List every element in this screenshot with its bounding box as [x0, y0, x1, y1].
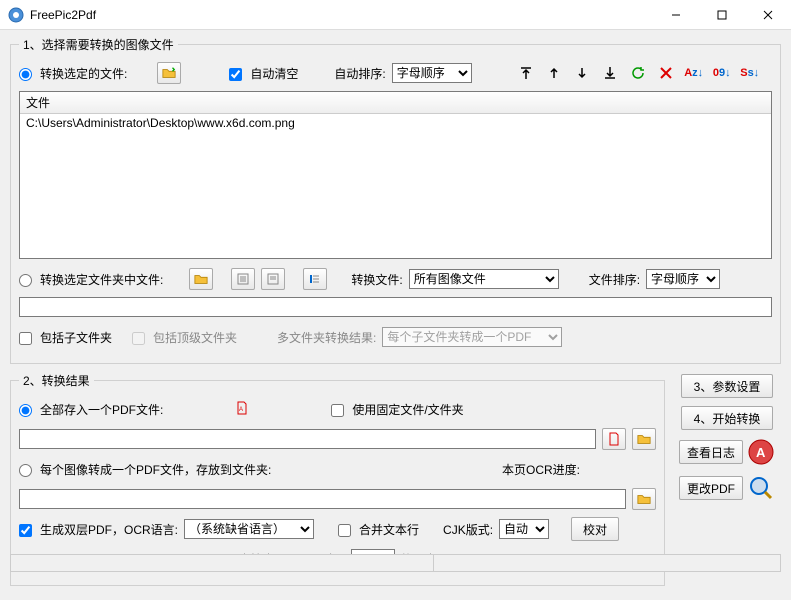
output-pdf-path[interactable] [19, 429, 596, 449]
radio-all-one-pdf[interactable] [19, 404, 32, 417]
app-icon [8, 7, 24, 23]
minimize-button[interactable] [653, 0, 699, 30]
label-convert-folder: 转换选定文件夹中文件: [40, 271, 163, 288]
label-include-sub: 包括子文件夹 [40, 329, 112, 346]
open-file-button[interactable] [157, 62, 181, 84]
list-button-2[interactable] [261, 268, 285, 290]
window-title: FreePic2Pdf [30, 8, 653, 22]
radio-convert-selected[interactable] [19, 68, 32, 81]
indent-button[interactable] [303, 268, 327, 290]
move-top-icon[interactable] [514, 62, 538, 84]
file-list[interactable]: 文件 C:\Users\Administrator\Desktop\www.x6… [19, 91, 772, 259]
select-convert-files[interactable]: 所有图像文件 [409, 269, 559, 289]
sort-09-icon[interactable]: 09↓ [710, 62, 734, 84]
label-ocr-progress: 本页OCR进度: [502, 461, 580, 478]
checkbox-merge-text[interactable] [338, 524, 351, 537]
file-list-row[interactable]: C:\Users\Administrator\Desktop\www.x6d.c… [26, 116, 765, 130]
move-down-icon[interactable] [570, 62, 594, 84]
view-log-button[interactable]: 查看日志 [679, 440, 743, 464]
svg-text:A: A [239, 407, 243, 413]
label-multi-result: 多文件夹转换结果: [277, 329, 376, 346]
move-up-icon[interactable] [542, 62, 566, 84]
label-file-sort: 文件排序: [589, 271, 640, 288]
move-bottom-icon[interactable] [598, 62, 622, 84]
group2-legend: 2、转换结果 [19, 372, 94, 389]
side-column: 3、参数设置 4、开始转换 查看日志 A 更改PDF [673, 372, 781, 502]
pdf-type-button[interactable] [602, 428, 626, 450]
maximize-button[interactable] [699, 0, 745, 30]
select-file-sort[interactable]: 字母顺序 [646, 269, 720, 289]
checkbox-include-sub[interactable] [19, 332, 32, 345]
browse-folder-output-button[interactable] [632, 488, 656, 510]
label-include-top: 包括顶级文件夹 [153, 329, 237, 346]
label-auto-clear: 自动清空 [250, 65, 298, 82]
delete-icon[interactable] [654, 62, 678, 84]
label-convert-selected: 转换选定的文件: [40, 65, 127, 82]
select-cjk[interactable]: 自动 [499, 519, 549, 539]
svg-text:A: A [756, 445, 766, 460]
sort-az-icon[interactable]: Az↓ [682, 62, 706, 84]
start-button[interactable]: 4、开始转换 [681, 406, 773, 430]
radio-each-pdf[interactable] [19, 464, 32, 477]
pdf-icon: A [235, 401, 249, 418]
select-multi-result: 每个子文件夹转成一个PDF [382, 327, 562, 347]
magnify-icon[interactable] [747, 474, 775, 502]
label-all-one: 全部存入一个PDF文件: [40, 401, 163, 418]
label-convert-files: 转换文件: [351, 271, 402, 288]
select-auto-sort[interactable]: 字母顺序 [392, 63, 472, 83]
browse-folder-button[interactable] [189, 268, 213, 290]
list-button-1[interactable] [231, 268, 255, 290]
params-button[interactable]: 3、参数设置 [681, 374, 773, 398]
checkbox-auto-clear[interactable] [229, 68, 242, 81]
sort-ss-icon[interactable]: Ss↓ [738, 62, 762, 84]
label-merge-text: 合并文本行 [359, 521, 419, 538]
select-ocr-lang[interactable]: （系统缺省语言） [184, 519, 314, 539]
titlebar: FreePic2Pdf [0, 0, 791, 30]
proof-button[interactable]: 校对 [571, 517, 619, 541]
folder-path-input[interactable] [19, 297, 772, 317]
browse-output-button[interactable] [632, 428, 656, 450]
label-fixed-path: 使用固定文件/文件夹 [352, 401, 463, 418]
output-folder-path[interactable] [19, 489, 626, 509]
label-each: 每个图像转成一个PDF文件，存放到文件夹: [40, 461, 271, 478]
file-list-header: 文件 [20, 92, 771, 114]
change-pdf-button[interactable]: 更改PDF [679, 476, 743, 500]
label-double-layer: 生成双层PDF，OCR语言: [40, 521, 178, 538]
group-select-images: 1、选择需要转换的图像文件 转换选定的文件: 自动清空 自动排序: 字母顺序 [10, 36, 781, 364]
pdf-a-icon[interactable]: A [747, 438, 775, 466]
group1-legend: 1、选择需要转换的图像文件 [19, 36, 178, 53]
radio-convert-folder[interactable] [19, 274, 32, 287]
label-cjk: CJK版式: [443, 521, 493, 538]
refresh-icon[interactable] [626, 62, 650, 84]
checkbox-double-layer[interactable] [19, 524, 32, 537]
close-button[interactable] [745, 0, 791, 30]
checkbox-fixed-path[interactable] [331, 404, 344, 417]
label-auto-sort: 自动排序: [334, 65, 385, 82]
status-bar [10, 554, 781, 572]
checkbox-include-top [132, 332, 145, 345]
